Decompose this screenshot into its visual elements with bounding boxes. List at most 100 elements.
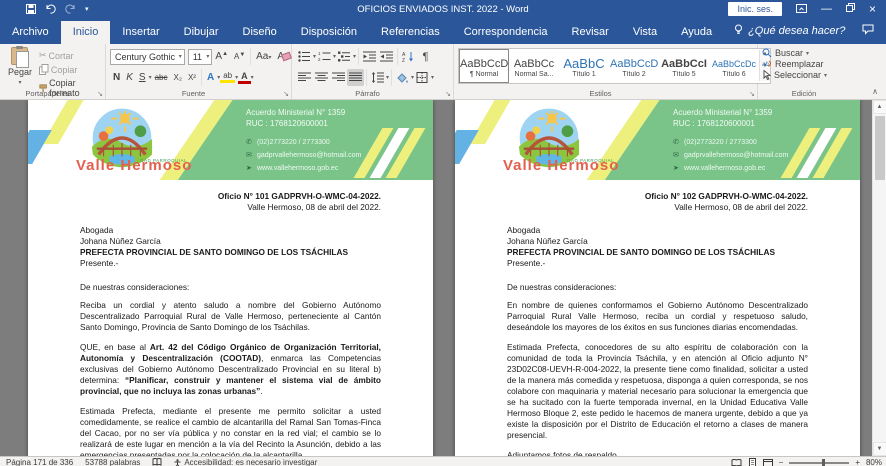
increase-indent-button[interactable] — [378, 48, 395, 65]
justify-button[interactable] — [347, 69, 364, 86]
svg-text:2: 2 — [318, 57, 321, 62]
style-normal[interactable]: AaBbCcD ¶ Normal — [459, 49, 509, 83]
strikethrough-button[interactable]: abc — [152, 73, 171, 82]
style-titulo-2[interactable]: AaBbCcD Título 2 — [609, 49, 659, 83]
email-line: ✉gadprvallehermoso@hotmail.com — [246, 149, 361, 162]
replace-button[interactable]: ab Reemplazar — [762, 59, 846, 69]
ribbon-tab-row: Archivo Inicio Insertar Dibujar Diseño D… — [0, 18, 886, 44]
scrollbar-thumb[interactable] — [875, 116, 885, 180]
scroll-down-icon[interactable]: ▼ — [873, 442, 886, 456]
close-button[interactable]: × — [869, 4, 876, 15]
tab-vista[interactable]: Vista — [621, 21, 669, 44]
paste-label: Pegar — [8, 67, 32, 77]
tab-diseno[interactable]: Diseño — [231, 21, 289, 44]
decrease-indent-button[interactable] — [361, 48, 378, 65]
read-mode-icon[interactable] — [731, 459, 742, 466]
page-indicator[interactable]: Página 171 de 336 — [6, 458, 73, 466]
save-icon[interactable] — [26, 4, 36, 14]
zoom-out-button[interactable]: − — [779, 458, 784, 466]
line-spacing-button[interactable] — [369, 69, 386, 86]
find-button[interactable]: Buscar▾ — [762, 48, 846, 58]
highlight-button[interactable]: ab — [220, 72, 235, 83]
change-case-button[interactable]: Aa▾ — [253, 51, 274, 62]
proofing-icon[interactable] — [152, 458, 162, 466]
clear-formatting-button[interactable]: A — [274, 51, 287, 62]
letter-body[interactable]: Oficio N° 102 GADPRVH-O-WMC-04-2022. Val… — [455, 180, 860, 456]
text-effects-button[interactable]: A — [204, 72, 217, 83]
tab-referencias[interactable]: Referencias — [369, 21, 452, 44]
tab-inicio[interactable]: Inicio — [61, 21, 111, 44]
minimize-button[interactable]: — — [821, 4, 832, 15]
zoom-in-button[interactable]: + — [855, 458, 860, 466]
accessibility-status[interactable]: Accesibilidad: es necesario investigar — [174, 458, 317, 466]
paragraph-dialog-launcher-icon[interactable]: ↘ — [445, 90, 451, 98]
undo-icon[interactable] — [45, 4, 56, 14]
paragraph: Reciba un cordial y atento saludo a nomb… — [80, 300, 381, 333]
style-titulo-6[interactable]: AaBbCcDc Título 6 — [709, 49, 759, 83]
styles-dialog-launcher-icon[interactable]: ↘ — [749, 90, 755, 98]
font-size-combo[interactable]: 11▾ — [188, 49, 213, 65]
font-dialog-launcher-icon[interactable]: ↘ — [283, 90, 289, 98]
bold-button[interactable]: N — [110, 72, 123, 83]
italic-button[interactable]: K — [123, 72, 136, 83]
customize-qat-icon[interactable]: ▾ — [85, 5, 89, 13]
letter-body[interactable]: Oficio N° 101 GADPRVH-O-WMC-04-2022. Val… — [28, 180, 433, 456]
ruc-line: RUC : 1768120600001 — [246, 118, 345, 129]
tab-correspondencia[interactable]: Correspondencia — [452, 21, 560, 44]
tell-me-box[interactable]: ¿Qué desea hacer? — [724, 19, 855, 44]
align-center-button[interactable] — [313, 69, 330, 86]
copy-button[interactable]: Copiar — [36, 63, 101, 76]
collapse-ribbon-icon[interactable]: ∧ — [872, 87, 878, 96]
underline-button[interactable]: S — [136, 72, 149, 83]
align-left-button[interactable] — [296, 69, 313, 86]
web-layout-icon[interactable] — [763, 459, 773, 466]
scroll-up-icon[interactable]: ▲ — [873, 100, 886, 114]
document-page-2[interactable]: Valle Hermoso GAD PARROQUIAL Acuerdo Min… — [455, 100, 860, 456]
font-color-button[interactable]: A — [238, 72, 251, 84]
banner-blue-stripe — [28, 130, 52, 164]
zoom-level[interactable]: 80% — [866, 458, 882, 466]
grow-font-button[interactable]: A▲ — [212, 51, 231, 62]
salutation: De nuestras consideraciones: — [507, 282, 808, 292]
zoom-slider-thumb[interactable] — [822, 459, 825, 466]
paragraph: Estimada Prefecta, conocedores de su alt… — [507, 342, 808, 441]
tab-archivo[interactable]: Archivo — [0, 21, 61, 44]
word-count[interactable]: 53788 palabras — [85, 458, 140, 466]
font-name-combo[interactable]: Century Gothic▾ — [110, 49, 185, 65]
select-button[interactable]: Seleccionar▾ — [762, 70, 846, 80]
style-sin-espaciado[interactable]: AaBbCc Normal Sa... — [509, 49, 559, 83]
superscript-button[interactable]: X² — [185, 73, 199, 82]
shading-button[interactable] — [394, 69, 411, 86]
borders-button[interactable] — [414, 69, 431, 86]
comments-icon[interactable] — [862, 24, 886, 44]
shrink-font-button[interactable]: A▼ — [231, 52, 248, 61]
tab-insertar[interactable]: Insertar — [110, 21, 171, 44]
tab-revisar[interactable]: Revisar — [560, 21, 621, 44]
document-page-1[interactable]: Valle Hermoso GAD PARROQUIAL Acuerdo Min… — [28, 100, 433, 456]
recipient-name: Johana Núñez García — [80, 236, 381, 247]
ribbon-display-options-icon[interactable] — [796, 4, 807, 15]
sign-in-button[interactable]: Inic. ses. — [728, 2, 782, 16]
clipboard-dialog-launcher-icon[interactable]: ↘ — [97, 90, 103, 98]
zoom-slider[interactable] — [789, 462, 849, 464]
align-right-button[interactable] — [330, 69, 347, 86]
vertical-scrollbar[interactable]: ▲ ▼ — [872, 100, 886, 456]
bullets-button[interactable] — [296, 48, 313, 65]
show-marks-button[interactable]: ¶ — [417, 48, 434, 65]
style-titulo-5[interactable]: AaBbCcI Título 5 — [659, 49, 709, 83]
print-layout-icon[interactable] — [748, 458, 757, 466]
numbering-button[interactable]: 12 — [316, 48, 333, 65]
multilevel-list-button[interactable] — [336, 48, 353, 65]
tab-dibujar[interactable]: Dibujar — [172, 21, 231, 44]
redo-icon[interactable] — [65, 4, 76, 14]
subscript-button[interactable]: X₂ — [171, 73, 185, 82]
tab-ayuda[interactable]: Ayuda — [669, 21, 724, 44]
cut-button[interactable]: ✂Cortar — [36, 49, 101, 62]
font-color-caret-icon[interactable]: ▾ — [251, 74, 254, 81]
sort-button[interactable]: AZ — [400, 48, 417, 65]
restore-button[interactable] — [846, 3, 855, 15]
style-titulo-1[interactable]: AaBbC Título 1 — [559, 49, 609, 83]
paste-button[interactable]: Pegar ▾ — [4, 47, 36, 86]
tab-disposicion[interactable]: Disposición — [289, 21, 369, 44]
replace-icon: ab — [762, 59, 772, 69]
